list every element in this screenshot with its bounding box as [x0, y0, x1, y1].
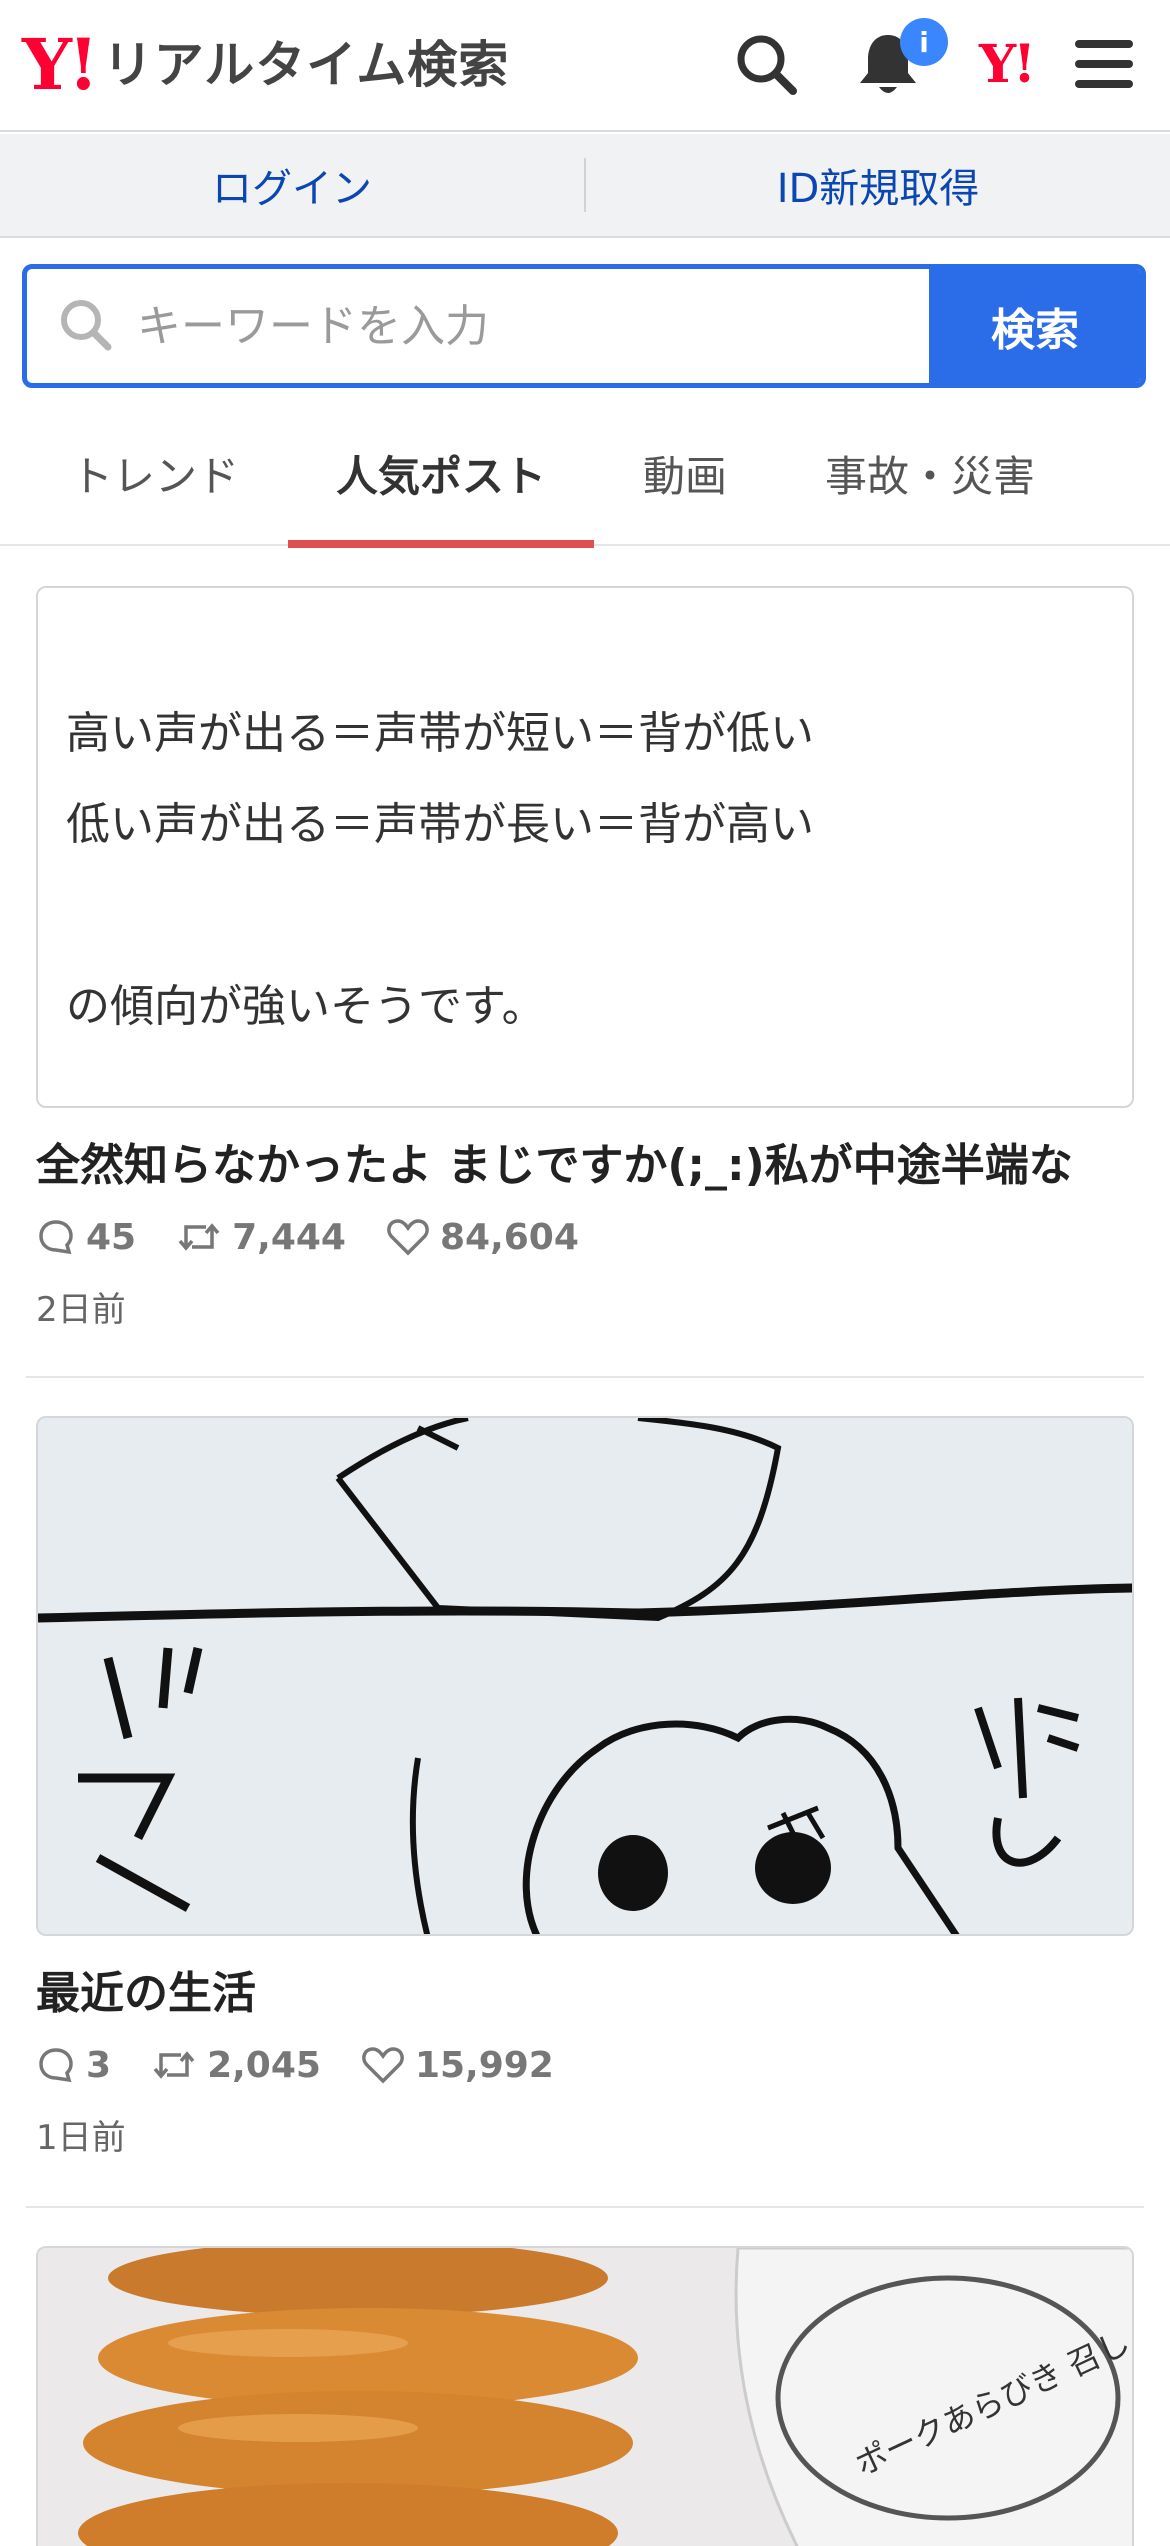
search-box: 検索	[22, 264, 1146, 388]
tab-trend[interactable]: トレンド	[40, 400, 270, 546]
repost-icon	[178, 1223, 220, 1251]
account-bar: ログイン ID新規取得	[0, 134, 1170, 238]
tab-popular-posts[interactable]: 人気ポスト	[288, 400, 594, 548]
heart-icon	[387, 1219, 429, 1256]
post-title[interactable]: 全然知らなかったよ まじですか(;_:)私が中途半端な	[36, 1136, 1134, 1196]
yahoo-logo-mark: Y!	[22, 23, 99, 106]
search-icon[interactable]	[726, 24, 806, 104]
reply-icon	[39, 1220, 73, 1255]
hamburger-menu-icon[interactable]	[1064, 24, 1144, 104]
repost-count-value: 7,444	[232, 1216, 346, 1258]
post-item[interactable]: 高い声が出る＝声帯が短い＝背が低い 低い声が出る＝声帯が長い＝背が高い の傾向が…	[36, 586, 1134, 1331]
post-item[interactable]: 最近の生活 3 2,045 15,992 1日前	[36, 1416, 1134, 2159]
reply-count: 45	[36, 1217, 136, 1258]
post-image[interactable]: ポークあらびき 召し上がり	[36, 2246, 1134, 2546]
search-input[interactable]	[137, 300, 897, 352]
post-stats: 3 2,045 15,992	[36, 2040, 1134, 2090]
like-count: 84,604	[386, 1217, 579, 1258]
search-field[interactable]	[27, 269, 929, 383]
post-divider	[26, 1376, 1144, 1378]
reply-count-value: 3	[86, 2044, 112, 2086]
like-count-value: 84,604	[439, 1216, 579, 1258]
post-item[interactable]: ポークあらびき 召し上がり	[36, 2246, 1134, 2546]
post-card-text: 高い声が出る＝声帯が短い＝背が低い 低い声が出る＝声帯が長い＝背が高い の傾向が…	[66, 708, 814, 1032]
logo-title: リアルタイム検索	[102, 36, 510, 94]
yahoo-mini-mark: Y!	[979, 33, 1036, 95]
app-header: Y! リアルタイム検索 i Y!	[0, 0, 1170, 132]
tab-bar: トレンド 人気ポスト 動画 事故・災害	[0, 400, 1170, 548]
reply-count: 3	[36, 2045, 111, 2086]
register-link[interactable]: ID新規取得	[586, 156, 1170, 214]
like-count-value: 15,992	[414, 2044, 554, 2086]
post-divider	[26, 2206, 1144, 2208]
post-text-card: 高い声が出る＝声帯が短い＝背が低い 低い声が出る＝声帯が長い＝背が高い の傾向が…	[36, 586, 1134, 1108]
repost-count: 7,444	[176, 1217, 346, 1258]
yahoo-top-icon[interactable]: Y!	[966, 24, 1046, 104]
post-stats: 45 7,444 84,604	[36, 1212, 1134, 1262]
manga-drawing	[38, 1418, 1132, 1934]
search-button[interactable]: 検索	[929, 269, 1141, 383]
post-time: 1日前	[36, 2118, 126, 2158]
yahoo-realtime-logo[interactable]: Y! リアルタイム検索	[22, 30, 509, 100]
like-count: 15,992	[361, 2045, 554, 2086]
repost-count: 2,045	[151, 2045, 321, 2086]
repost-count-value: 2,045	[207, 2044, 321, 2086]
reply-icon	[39, 2048, 73, 2083]
tab-video[interactable]: 動画	[610, 400, 760, 546]
post-image[interactable]	[36, 1416, 1134, 1936]
reply-count-value: 45	[86, 1216, 137, 1258]
search-field-icon	[57, 296, 113, 356]
login-link[interactable]: ログイン	[0, 156, 584, 214]
post-title[interactable]: 最近の生活	[36, 1964, 1134, 2024]
notification-badge: i	[900, 18, 948, 66]
tab-accident-disaster[interactable]: 事故・災害	[790, 400, 1070, 546]
heart-icon	[362, 2047, 404, 2084]
repost-icon	[153, 2051, 195, 2079]
notification-bell-icon[interactable]: i	[848, 18, 948, 104]
post-time: 2日前	[36, 1290, 126, 1330]
